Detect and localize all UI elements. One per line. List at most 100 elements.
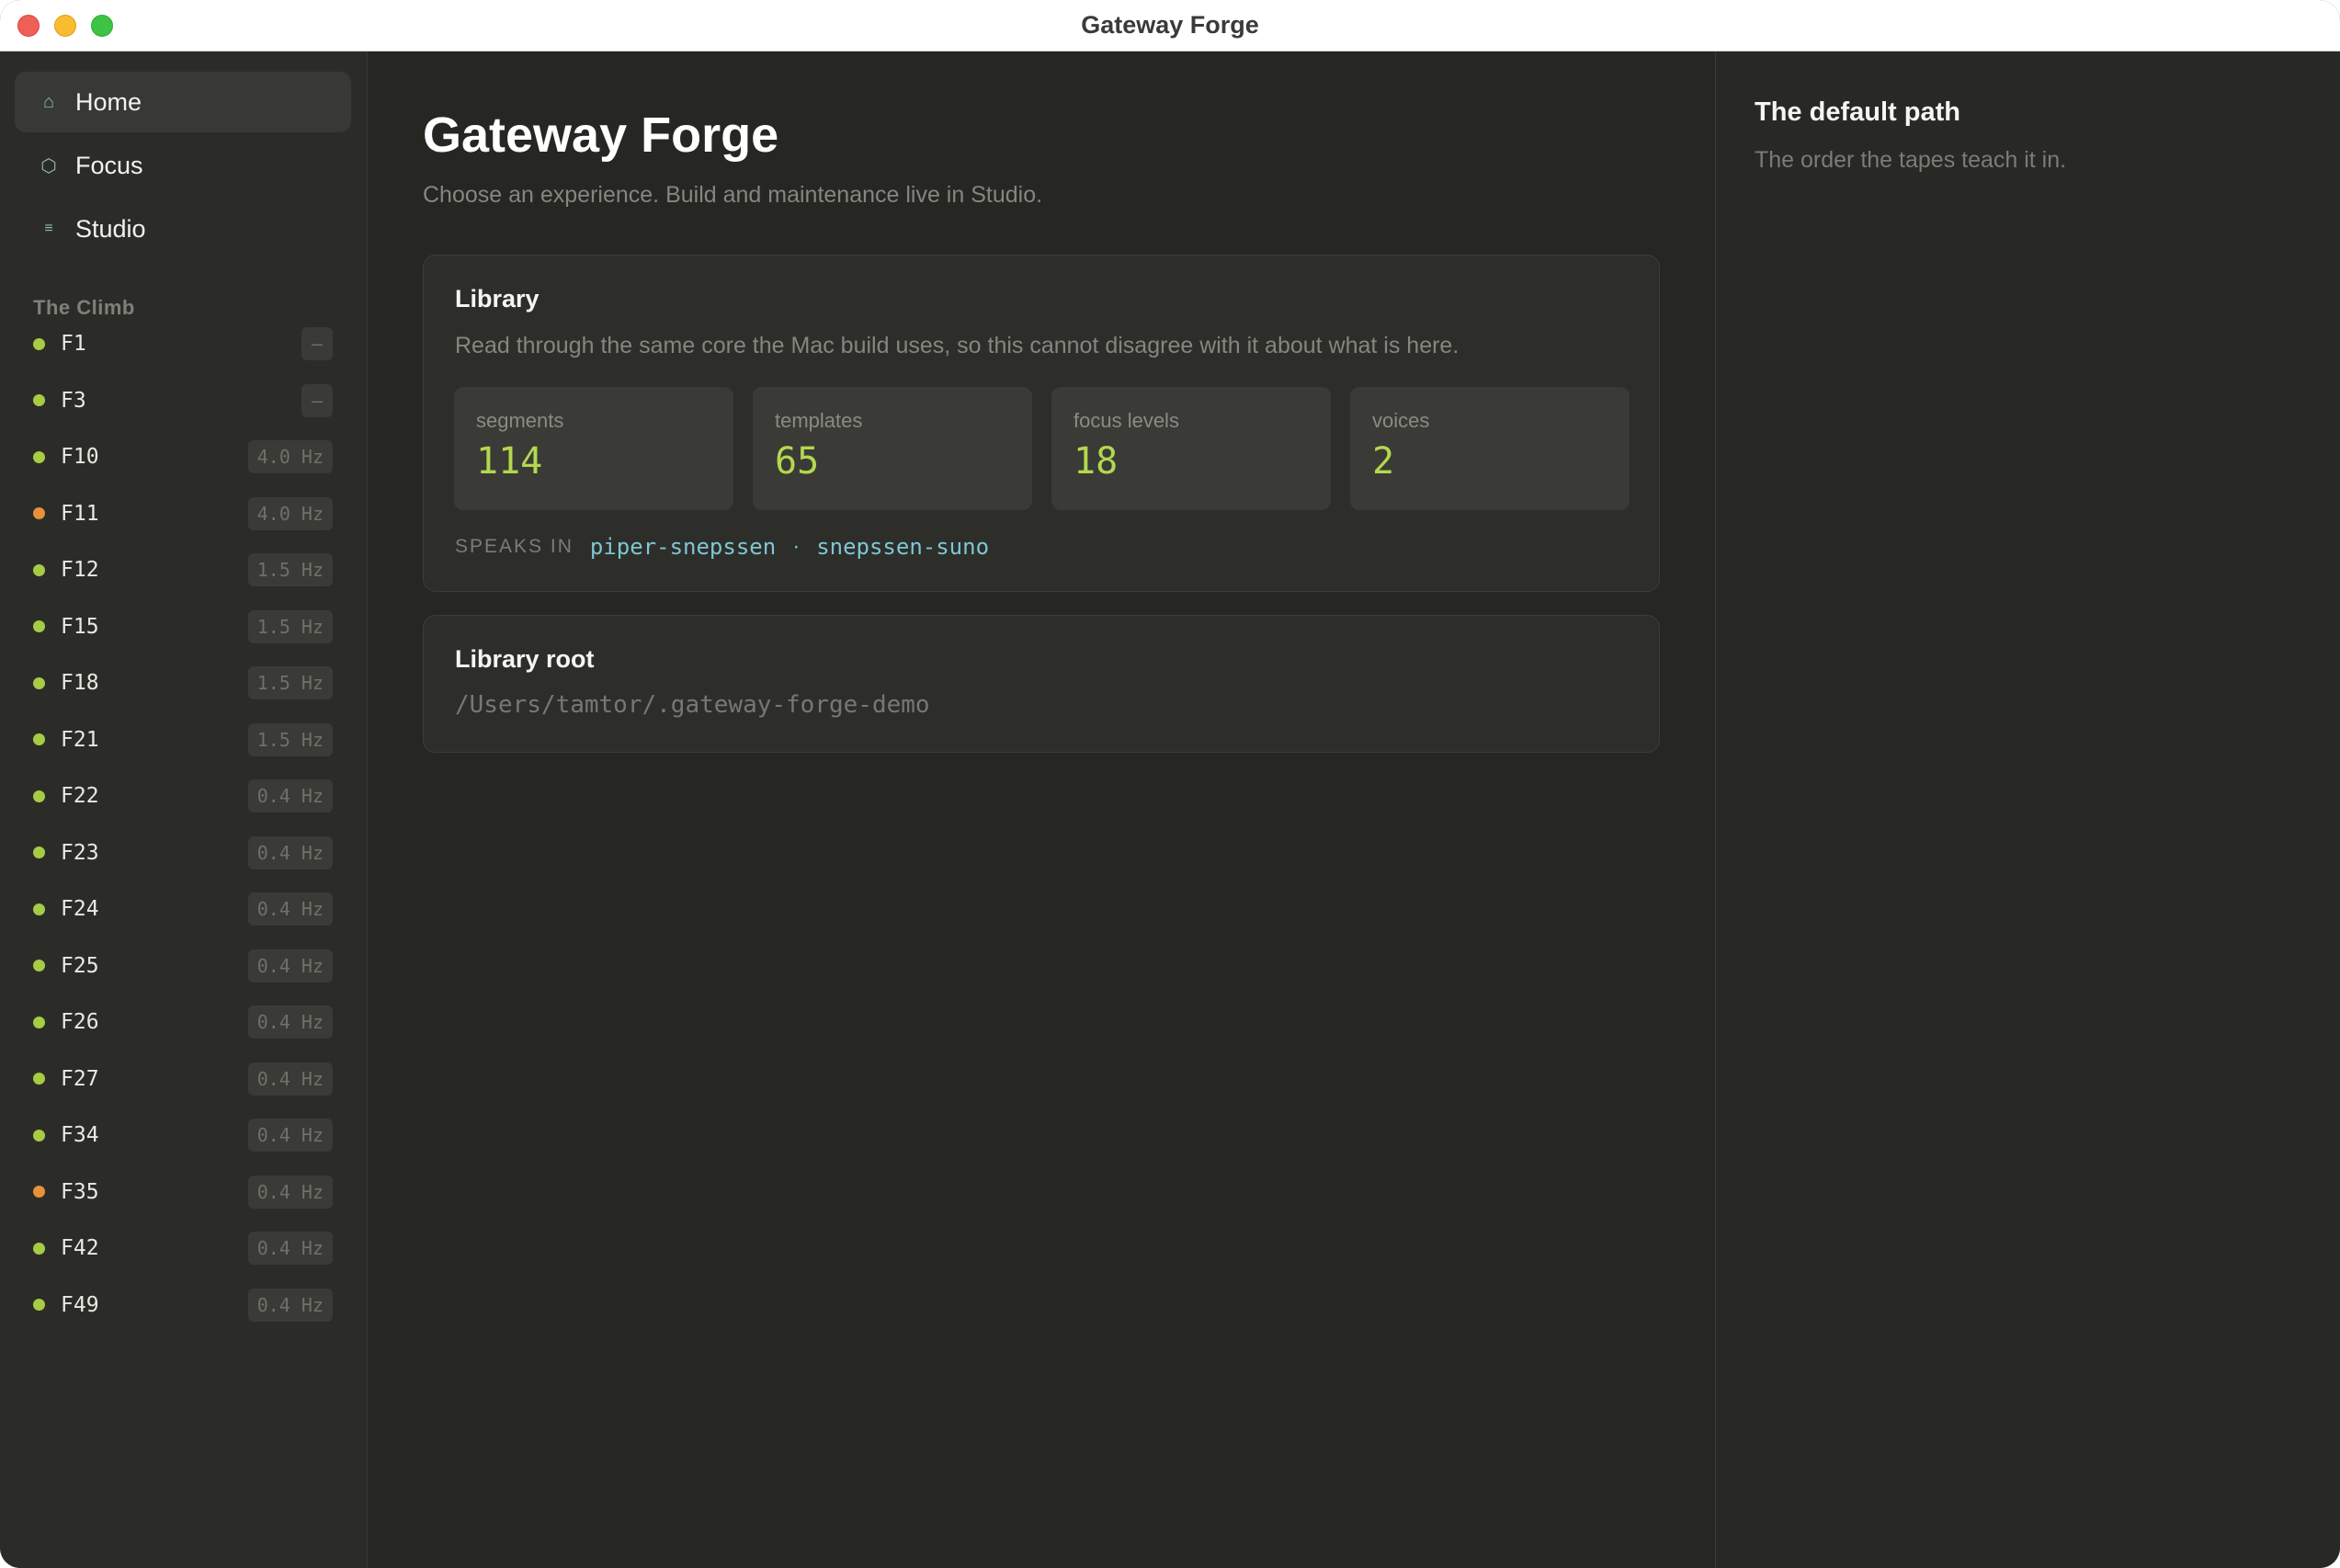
status-dot [33, 507, 45, 519]
page-title: Gateway Forge [423, 108, 779, 163]
status-dot [33, 1129, 45, 1142]
status-dot [33, 563, 45, 576]
level-item-f49[interactable]: F49 0.4 Hz [33, 1287, 333, 1324]
level-item-f21[interactable]: F21 1.5 Hz [33, 722, 333, 758]
level-name: F25 [61, 953, 99, 978]
level-name: F35 [61, 1179, 99, 1204]
frequency-badge: 1.5 Hz [247, 722, 333, 756]
level-name: F10 [61, 445, 99, 469]
level-name: F18 [61, 671, 99, 695]
frequency-badge: 4.0 Hz [247, 496, 333, 530]
status-dot [33, 394, 45, 406]
level-item-f3[interactable]: F3 – [33, 382, 333, 419]
status-dot [33, 1186, 45, 1198]
level-name: F1 [61, 332, 86, 356]
page-subtitle: Choose an experience. Build and maintena… [423, 182, 1043, 208]
stat-value: 18 [1073, 440, 1119, 483]
voice-separator: · [792, 534, 801, 559]
status-dot [33, 1299, 45, 1311]
stat-focus-levels: focus levels 18 [1051, 387, 1331, 510]
section-title-the-climb: The Climb [33, 296, 135, 319]
level-name: F11 [61, 501, 99, 526]
lines-icon: ≡ [44, 221, 53, 236]
level-item-f15[interactable]: F15 1.5 Hz [33, 608, 333, 645]
stat-label: focus levels [1073, 409, 1179, 432]
library-root-title: Library root [455, 645, 595, 673]
nav-item-label: Focus [75, 151, 143, 179]
status-dot [33, 1242, 45, 1255]
level-name: F26 [61, 1010, 99, 1034]
status-dot [33, 1016, 45, 1028]
library-root-path: /Users/tamtor/.gateway-forge-demo [455, 691, 930, 719]
level-item-f10[interactable]: F10 4.0 Hz [33, 438, 333, 475]
frequency-badge: 0.4 Hz [247, 1232, 333, 1265]
level-item-f11[interactable]: F11 4.0 Hz [33, 495, 333, 532]
level-name: F42 [61, 1236, 99, 1260]
level-name: F27 [61, 1066, 99, 1091]
nav-item-studio[interactable]: ≡ Studio [15, 199, 351, 259]
status-dot [33, 450, 45, 463]
nav-item-focus[interactable]: ⬡ Focus [15, 135, 351, 196]
frequency-badge: 0.4 Hz [247, 1062, 333, 1096]
frequency-badge: 0.4 Hz [247, 949, 333, 983]
level-item-f22[interactable]: F22 0.4 Hz [33, 778, 333, 814]
status-dot [33, 960, 45, 971]
nav-item-label: Home [75, 87, 142, 116]
stat-label: voices [1372, 409, 1430, 432]
level-item-f24[interactable]: F24 0.4 Hz [33, 891, 333, 927]
level-item-f12[interactable]: F12 1.5 Hz [33, 551, 333, 588]
frequency-badge: 0.4 Hz [247, 1119, 333, 1152]
level-name: F49 [61, 1292, 99, 1317]
status-dot [33, 337, 45, 350]
nav-item-home[interactable]: ⌂ Home [15, 72, 351, 132]
frequency-badge: 0.4 Hz [247, 892, 333, 926]
stat-label: templates [775, 409, 863, 432]
stat-value: 114 [476, 440, 543, 483]
level-item-f42[interactable]: F42 0.4 Hz [33, 1230, 333, 1267]
title-bar: Gateway Forge [0, 0, 2340, 51]
level-item-f25[interactable]: F25 0.4 Hz [33, 948, 333, 984]
level-item-f35[interactable]: F35 0.4 Hz [33, 1174, 333, 1210]
default-path-title: The default path [1755, 97, 1960, 127]
stat-value: 2 [1372, 440, 1395, 483]
level-item-f27[interactable]: F27 0.4 Hz [33, 1061, 333, 1097]
library-root-card: Library root /Users/tamtor/.gateway-forg… [423, 615, 1660, 753]
level-item-f26[interactable]: F26 0.4 Hz [33, 1004, 333, 1040]
level-name: F23 [61, 840, 99, 865]
status-dot [33, 846, 45, 858]
level-name: F24 [61, 897, 99, 921]
sidebar: ⌂ Home ⬡ Focus ≡ Studio The Climb F1 – F3 –… [0, 51, 368, 1568]
library-card-title: Library [455, 285, 540, 312]
voice-link-snepssen-suno[interactable]: snepssen-suno [816, 534, 989, 560]
frequency-badge: 0.4 Hz [247, 835, 333, 869]
library-card-description: Read through the same core the Mac build… [455, 333, 1460, 358]
level-item-f34[interactable]: F34 0.4 Hz [33, 1117, 333, 1153]
frequency-badge: 0.4 Hz [247, 1288, 333, 1322]
app-window: Gateway Forge ⌂ Home ⬡ Focus ≡ Studio Th… [0, 0, 2340, 1568]
nav-item-label: Studio [75, 214, 146, 243]
main-content: Gateway Forge Choose an experience. Buil… [368, 51, 1715, 1568]
status-dot [33, 733, 45, 745]
hexagon-icon: ⬡ [40, 155, 57, 176]
stat-segments: segments 114 [454, 387, 733, 510]
default-path-subtitle: The order the tapes teach it in. [1755, 147, 2067, 173]
frequency-badge: – [301, 383, 333, 417]
level-item-f18[interactable]: F18 1.5 Hz [33, 665, 333, 701]
level-item-f23[interactable]: F23 0.4 Hz [33, 835, 333, 871]
level-item-f1[interactable]: F1 – [33, 325, 333, 362]
frequency-badge: – [301, 327, 333, 360]
right-panel: The default path The order the tapes tea… [1715, 51, 2340, 1568]
stat-label: segments [476, 409, 564, 432]
home-icon: ⌂ [42, 91, 55, 112]
frequency-badge: 0.4 Hz [247, 1006, 333, 1039]
level-name: F21 [61, 727, 99, 752]
stat-voices: voices 2 [1350, 387, 1630, 510]
speaks-in-row: SPEAKS IN piper-snepssen · snepssen-suno [455, 534, 989, 560]
status-dot [33, 620, 45, 632]
stat-value: 65 [775, 440, 820, 483]
voice-link-piper-snepssen[interactable]: piper-snepssen [590, 534, 776, 560]
stat-templates: templates 65 [753, 387, 1032, 510]
status-dot [33, 903, 45, 915]
level-name: F3 [61, 388, 86, 413]
level-name: F22 [61, 784, 99, 808]
